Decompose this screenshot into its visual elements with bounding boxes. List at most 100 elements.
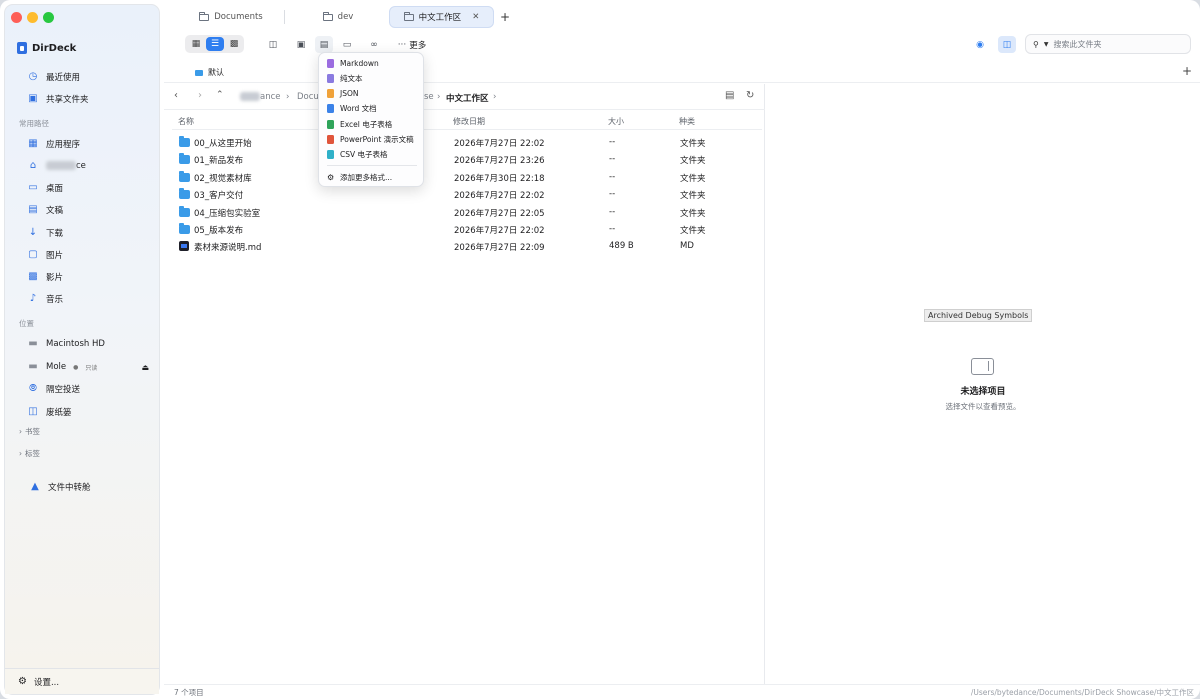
gallery-view-button[interactable]: ▩ [225, 37, 243, 51]
sidebar-item-label: ce [76, 161, 86, 171]
new-file-icon: ▤ [319, 39, 329, 50]
menu-item-label: 纯文本 [340, 73, 363, 83]
folder-icon [199, 11, 210, 21]
gear-icon: ⚙ [18, 676, 27, 687]
file-list-pane: ‹ › ⌃ ance › Docu se › 中文工作区 › ▤ ↻ 名称 修改… [164, 84, 765, 684]
menu-item-label: Markdown [340, 58, 379, 68]
favorite-default[interactable]: 默认 [195, 67, 224, 78]
menu-item-add-more-formats[interactable]: ⚙ 添加更多格式... [327, 171, 392, 183]
menu-item-csv[interactable]: CSV 电子表格 [327, 148, 388, 160]
breadcrumb: ‹ › ⌃ ance › Docu se › 中文工作区 › ▤ ↻ [164, 84, 765, 110]
app-brand: DirDeck [17, 42, 76, 54]
breadcrumb-item[interactable]: ance [240, 92, 281, 102]
menu-item-word[interactable]: Word 文档 [327, 102, 377, 114]
table-row[interactable]: 05_版本发布 2026年7月27日 22:02 -- 文件夹 [172, 221, 762, 238]
file-name: 04_压缩包实验室 [194, 209, 261, 219]
table-row[interactable]: 04_压缩包实验室 2026年7月27日 22:05 -- 文件夹 [172, 204, 762, 221]
shared-folder-icon: ▣ [28, 93, 38, 104]
terminal-icon: ▭ [342, 39, 352, 50]
split-view-button[interactable]: ◫ [264, 36, 282, 53]
sidebar-item-label: Macintosh HD [46, 339, 105, 349]
add-favorite-button[interactable]: + [1182, 64, 1192, 78]
file-kind: MD [680, 241, 694, 251]
close-window-button[interactable] [11, 12, 22, 23]
file-name: 05_版本发布 [194, 226, 244, 236]
sidebar-item-movies[interactable]: ▩ 影片 [27, 269, 63, 285]
sidebar-item-transfer[interactable]: ▲ 文件中转舱 [29, 479, 90, 495]
markdown-file-icon [327, 58, 334, 68]
file-size: 489 B [609, 241, 634, 251]
terminal-button[interactable]: ▭ [338, 36, 356, 53]
column-header-size[interactable]: 大小 [608, 116, 624, 127]
file-name: 素材来源说明.md [194, 243, 262, 253]
sidebar: DirDeck ◷ 最近使用 ▣ 共享文件夹 常用路径 ▦ 应用程序 ⌂ ce … [4, 4, 160, 695]
powerpoint-file-icon [327, 134, 334, 144]
sidebar-item-applications[interactable]: ▦ 应用程序 [27, 136, 80, 152]
search-field[interactable]: ⚲ ▼ 搜索此文件夹 [1025, 34, 1191, 54]
list-view-button[interactable]: ☰ [206, 37, 224, 51]
new-tab-button[interactable]: + [498, 6, 512, 28]
menu-item-excel[interactable]: Excel 电子表格 [327, 118, 392, 130]
preview-toggle-button[interactable]: ◫ [998, 36, 1016, 53]
zoom-window-button[interactable] [43, 12, 54, 23]
sidebar-item-music[interactable]: ♪ 音乐 [27, 291, 63, 307]
table-row[interactable]: 02_视觉素材库 2026年7月30日 22:18 -- 文件夹 [172, 169, 762, 186]
minimize-window-button[interactable] [27, 12, 38, 23]
sidebar-item-airdrop[interactable]: ⦾ 隔空投送 [27, 381, 80, 397]
back-button[interactable]: ‹ [174, 90, 178, 101]
menu-item-plain-text[interactable]: 纯文本 [327, 72, 363, 84]
disk-icon: ▬ [28, 338, 38, 349]
more-button[interactable]: ··· 更多 [395, 36, 429, 53]
file-name: 00_从这里开始 [194, 139, 252, 149]
breadcrumb-item[interactable]: Docu [297, 92, 319, 102]
search-input[interactable]: 搜索此文件夹 [1053, 39, 1101, 50]
sidebar-item-recent[interactable]: ◷ 最近使用 [27, 69, 80, 85]
tags-section-toggle[interactable]: › 标签 [19, 448, 40, 459]
network-button[interactable]: ◉ [971, 36, 989, 53]
sidebar-item-desktop[interactable]: ▭ 桌面 [27, 180, 63, 196]
grid-view-button[interactable]: ▦ [187, 37, 205, 51]
sidebar-item-label: 最近使用 [46, 73, 81, 83]
column-header-modified[interactable]: 修改日期 [453, 116, 485, 127]
sidebar-item-trash[interactable]: ◫ 废纸篓 [27, 404, 71, 420]
tab-documents[interactable]: Documents [196, 6, 266, 28]
table-row[interactable]: 00_从这里开始 2026年7月27日 22:02 -- 文件夹 [172, 134, 762, 151]
sidebar-item-shared[interactable]: ▣ 共享文件夹 [27, 91, 88, 107]
split-pane-icon: ◫ [268, 39, 278, 50]
new-folder-button[interactable]: ▣ [292, 36, 310, 53]
tab-chinese-workspace[interactable]: 中文工作区 ✕ [389, 6, 494, 28]
settings-button[interactable]: ⚙ 设置... [5, 668, 159, 694]
home-icon: ⌂ [29, 160, 37, 171]
column-header-name[interactable]: 名称 [178, 116, 194, 127]
clipboard-button[interactable]: ▤ [725, 90, 734, 101]
more-label: 更多 [409, 40, 427, 51]
column-header-kind[interactable]: 种类 [679, 116, 695, 127]
table-row[interactable]: 素材来源说明.md 2026年7月27日 22:09 489 B MD [172, 238, 762, 255]
parent-folder-button[interactable]: ⌃ [216, 90, 224, 100]
breadcrumb-current[interactable]: 中文工作区 [446, 92, 489, 104]
sidebar-item-pictures[interactable]: ▢ 图片 [27, 247, 63, 263]
close-tab-icon[interactable]: ✕ [472, 12, 479, 22]
table-row[interactable]: 03_客户交付 2026年7月27日 22:02 -- 文件夹 [172, 186, 762, 203]
sidebar-item-label: 应用程序 [46, 140, 81, 150]
breadcrumb-item[interactable]: se [424, 92, 434, 102]
bookmarks-section-toggle[interactable]: › 书签 [19, 426, 40, 437]
forward-button[interactable]: › [198, 90, 202, 101]
tab-dev[interactable]: dev [318, 6, 358, 28]
sidebar-item-home[interactable]: ⌂ ce [27, 158, 86, 174]
sidebar-item-documents[interactable]: ▤ 文稿 [27, 202, 63, 218]
chevron-right-icon: › [493, 92, 497, 102]
folder-icon [179, 171, 190, 182]
sidebar-item-macintosh-hd[interactable]: ▬ Macintosh HD [27, 336, 105, 352]
menu-item-powerpoint[interactable]: PowerPoint 演示文稿 [327, 133, 414, 145]
refresh-button[interactable]: ↻ [746, 90, 754, 101]
menu-item-json[interactable]: JSON [327, 87, 359, 99]
eject-icon[interactable]: ⏏ [141, 363, 149, 372]
copy-link-button[interactable]: ∞ [365, 36, 383, 53]
new-file-button[interactable]: ▤ [315, 36, 333, 53]
table-row[interactable]: 01_新品发布 2026年7月27日 23:26 -- 文件夹 [172, 151, 762, 168]
airdrop-icon: ⦾ [29, 383, 37, 394]
menu-item-markdown[interactable]: Markdown [327, 57, 379, 69]
sidebar-item-mole[interactable]: ▬ Mole ● 只读 ⏏ [27, 359, 149, 375]
sidebar-item-downloads[interactable]: ↓ 下载 [27, 225, 63, 241]
